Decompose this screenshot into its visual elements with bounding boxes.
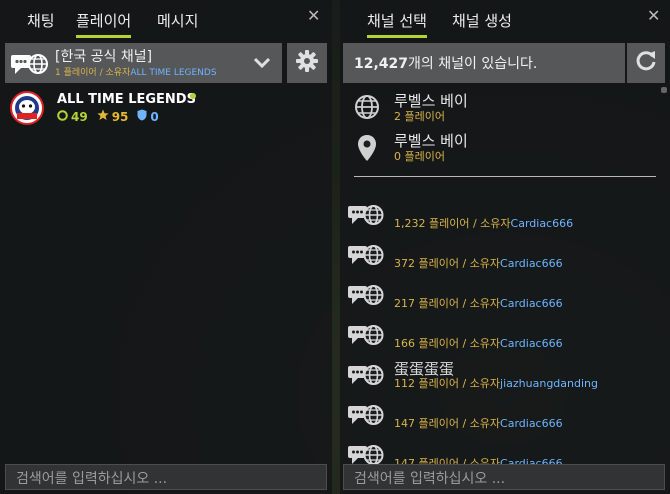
channel-count-suffix: 개의 채널이 있습니다. (408, 56, 538, 72)
player-stats: 49 95 0 (57, 109, 159, 124)
shield-icon (137, 109, 147, 124)
channel-count-text: 12,427개의 채널이 있습니다. (354, 53, 537, 73)
channel-player-count: 1,232 플레이어 / 소유자 (394, 217, 511, 230)
channel-meta: 1,232 플레이어 / 소유자Cardiac666 (394, 215, 573, 231)
channel-list-item[interactable]: 372 플레이어 / 소유자Cardiac666 (340, 240, 660, 274)
channel-list-item[interactable]: 蛋蛋蛋蛋 112 플레이어 / 소유자jiazhuangdanding (340, 360, 660, 394)
channel-list-item[interactable]: 166 플레이어 / 소유자Cardiac666 (340, 320, 660, 354)
player-name: ALL TIME LEGENDS (57, 92, 196, 107)
channel-selector[interactable]: [한국 공식 채널] 1 플레이어 / 소유자ALL TIME LEGENDS (5, 43, 282, 83)
channel-owner: Cardiac666 (500, 417, 563, 430)
tab-select-channel[interactable]: 채널 선택 (367, 10, 427, 38)
settings-button[interactable] (287, 43, 327, 83)
gear-icon (295, 49, 319, 77)
channel-owner: Cardiac666 (500, 337, 563, 350)
coin-count: 49 (71, 109, 88, 124)
channel-count-number: 12,427 (354, 56, 409, 72)
star-count: 95 (111, 109, 129, 124)
channel-search-input[interactable]: 검색어를 입력하십시오 ... (343, 464, 665, 490)
pinned-channel-globe[interactable]: 루벨스 베이 2 플레이어 (340, 90, 660, 126)
channel-list-item[interactable]: 1,232 플레이어 / 소유자Cardiac666 (340, 200, 660, 234)
channel-meta: 166 플레이어 / 소유자Cardiac666 (394, 335, 563, 351)
channel-owner: ALL TIME LEGENDS (130, 68, 217, 78)
chat-globe-icon (348, 322, 384, 352)
chat-globe-icon (348, 282, 384, 312)
channel-player-count: 112 플레이어 / 소유자 (394, 377, 501, 390)
player-row[interactable]: ALL TIME LEGENDS 49 95 0 (10, 91, 310, 127)
online-status-dot (190, 93, 196, 99)
channel-player-count: 147 플레이어 / 소유자 (394, 417, 501, 430)
chevron-down-icon[interactable] (253, 55, 271, 74)
channel-owner: Cardiac666 (510, 217, 574, 230)
refresh-icon (635, 50, 657, 76)
left-tab-bar: 채팅 플레이어 메시지 ✕ (0, 0, 332, 40)
tab-chat[interactable]: 채팅 (27, 10, 55, 35)
tab-create-channel[interactable]: 채널 생성 (452, 10, 512, 35)
close-icon[interactable]: ✕ (307, 6, 320, 25)
chat-globe-icon (348, 362, 384, 392)
player-search-input[interactable]: 검색어를 입력하십시오 ... (5, 464, 327, 490)
channel-player-count: 372 플레이어 / 소유자 (394, 257, 501, 270)
avatar (10, 91, 44, 129)
location-pin-icon (357, 134, 377, 166)
refresh-button[interactable] (627, 43, 665, 83)
chat-globe-icon (348, 242, 384, 272)
channel-count-bar: 12,427개의 채널이 있습니다. (343, 43, 625, 83)
right-tab-bar: 채널 선택 채널 생성 ✕ (340, 0, 670, 40)
channel-player-count: 1 플레이어 / 소유자 (55, 68, 131, 78)
coin-icon (57, 109, 68, 124)
tab-players[interactable]: 플레이어 (76, 10, 132, 38)
channel-owner: jiazhuangdanding (500, 377, 598, 390)
channel-title: [한국 공식 채널] (55, 49, 153, 65)
pinned-channel-players: 0 플레이어 (394, 150, 445, 163)
channel-player-count: 217 플레이어 / 소유자 (394, 297, 501, 310)
channel-list-item[interactable]: 147 플레이어 / 소유자Cardiac666 (340, 400, 660, 434)
chat-globe-icon (348, 202, 384, 232)
channel-meta: 147 플레이어 / 소유자Cardiac666 (394, 415, 563, 431)
channel-player-count: 166 플레이어 / 소유자 (394, 337, 501, 350)
channel-owner: Cardiac666 (500, 257, 563, 270)
star-icon (97, 109, 109, 124)
channel-meta: 1 플레이어 / 소유자ALL TIME LEGENDS (55, 65, 217, 78)
divider (354, 176, 656, 177)
channel-owner: Cardiac666 (500, 297, 563, 310)
pinned-channel-location[interactable]: 루벨스 베이 0 플레이어 (340, 130, 660, 166)
chat-globe-icon (11, 51, 49, 81)
channel-meta: 372 플레이어 / 소유자Cardiac666 (394, 255, 563, 271)
channel-meta: 112 플레이어 / 소유자jiazhuangdanding (394, 375, 598, 391)
pinned-channel-players: 2 플레이어 (394, 110, 445, 123)
shield-count: 0 (150, 109, 159, 124)
scrollbar-thumb[interactable] (661, 87, 667, 93)
tab-messages[interactable]: 메시지 (157, 10, 198, 35)
chat-globe-icon (348, 402, 384, 432)
channel-list-item[interactable]: 217 플레이어 / 소유자Cardiac666 (340, 280, 660, 314)
close-icon[interactable]: ✕ (647, 6, 660, 25)
channel-panel: 채널 선택 채널 생성 ✕ 12,427개의 채널이 있습니다. 루벨스 베이 … (340, 0, 670, 494)
player-panel: 채팅 플레이어 메시지 ✕ [한국 공식 채널] 1 플레이어 / 소유자ALL… (0, 0, 332, 494)
globe-icon (354, 94, 380, 124)
channel-meta: 217 플레이어 / 소유자Cardiac666 (394, 295, 563, 311)
